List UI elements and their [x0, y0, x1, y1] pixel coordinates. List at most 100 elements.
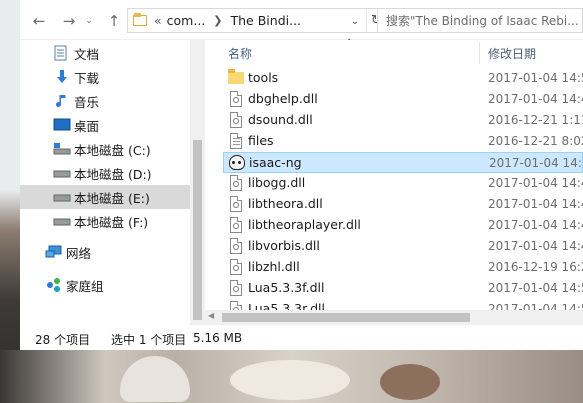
wallpaper-figure: [380, 364, 440, 400]
breadcrumb-overflow[interactable]: «: [154, 13, 162, 28]
file-modified-date: 2017-01-04 14:4: [488, 176, 583, 190]
drive-icon: [53, 191, 71, 207]
file-modified-date: 2016-12-21 8:02: [488, 134, 583, 148]
text-file-icon: [228, 133, 244, 149]
nav-item-drive-f[interactable]: 本地磁盘 (F:): [20, 209, 190, 233]
navigation-pane: 文档 下载 音乐 桌面 本地磁盘 (C:) 本地磁盘 (D:) 本地磁盘 (E:…: [20, 40, 205, 325]
nav-item-label: 网络: [66, 245, 92, 261]
folder-icon: [133, 13, 149, 27]
file-row[interactable]: dbghelp.dll 2017-01-04 14:4: [223, 89, 583, 110]
nav-item-label: 本地磁盘 (D:): [74, 166, 152, 182]
file-row[interactable]: libogg.dll 2017-01-04 14:4: [223, 173, 583, 194]
nav-item-drive-d[interactable]: 本地磁盘 (D:): [20, 161, 190, 185]
file-name: libvorbis.dll: [248, 238, 320, 253]
file-name: dbghelp.dll: [248, 91, 318, 106]
file-row[interactable]: files 2016-12-21 8:02: [223, 131, 583, 152]
nav-item-downloads[interactable]: 下载: [20, 65, 190, 89]
nav-item-label: 本地磁盘 (E:): [74, 190, 150, 206]
dll-file-icon: [228, 280, 244, 296]
wallpaper-figure: [230, 360, 350, 400]
up-button[interactable]: ↑: [103, 10, 125, 32]
file-list: 名称 修改日期 tools 2017-01-04 14:5 dbghelp.dll 2…: [205, 40, 583, 325]
dll-file-icon: [228, 196, 244, 212]
nav-item-label: 桌面: [74, 118, 100, 134]
dll-file-icon: [228, 175, 244, 191]
breadcrumb-segment[interactable]: The Bindi...: [231, 13, 302, 28]
file-name: tools: [248, 70, 279, 85]
file-modified-date: 2016-12-21 1:11: [488, 113, 583, 127]
file-name: libzhl.dll: [248, 259, 300, 274]
chevron-down-icon: ⌄: [85, 16, 93, 26]
navigation-scrollbar[interactable]: [190, 40, 205, 325]
file-modified-date: 2017-01-04 14:5: [489, 156, 583, 170]
scrollbar-thumb[interactable]: [222, 313, 470, 322]
dll-file-icon: [228, 112, 244, 128]
file-name: Lua5.3.3f.dll: [248, 280, 325, 295]
address-toolbar: ← → ⌄ ↑ « com... ❯ The Bindi... ⌄ ↻ 搜索"T…: [20, 0, 583, 40]
file-name: files: [248, 133, 274, 148]
file-row[interactable]: libtheora.dll 2017-01-04 14:4: [223, 194, 583, 215]
address-bar[interactable]: « com... ❯ The Bindi... ⌄ ↻: [127, 8, 385, 33]
address-dropdown-button[interactable]: ⌄: [348, 12, 362, 30]
nav-item-label: 音乐: [74, 94, 100, 110]
search-input[interactable]: 搜索"The Binding of Isaac Rebi...: [377, 8, 583, 33]
file-name: libogg.dll: [248, 175, 306, 190]
system-drive-icon: [53, 142, 71, 158]
back-button[interactable]: ←: [28, 10, 50, 32]
nav-item-label: 文档: [74, 46, 100, 62]
breadcrumb-segment[interactable]: com...: [167, 13, 206, 28]
wallpaper-figure: [120, 356, 190, 402]
file-modified-date: 2017-01-04 14:4: [488, 197, 583, 211]
file-row[interactable]: libvorbis.dll 2017-01-04 14:4: [223, 236, 583, 257]
file-explorer-window: ← → ⌄ ↑ « com... ❯ The Bindi... ⌄ ↻ 搜索"T…: [20, 0, 583, 350]
breadcrumb-separator-icon[interactable]: ❯: [213, 14, 222, 27]
item-count: 28 个项目: [35, 333, 91, 347]
file-name: isaac-ng: [249, 155, 302, 170]
file-name: dsound.dll: [248, 112, 313, 127]
scrollbar-thumb[interactable]: [193, 140, 202, 320]
file-modified-date: 2017-01-04 14:4: [488, 218, 583, 232]
arrow-left-icon: ←: [32, 12, 46, 30]
chevron-left-icon[interactable]: ◀: [208, 311, 214, 320]
file-row[interactable]: libtheoraplayer.dll 2017-01-04 14:4: [223, 215, 583, 236]
nav-item-label: 家庭组: [66, 278, 104, 294]
column-divider[interactable]: [479, 42, 480, 64]
dll-file-icon: [228, 217, 244, 233]
arrow-up-icon: ↑: [107, 12, 121, 30]
file-row[interactable]: tools 2017-01-04 14:5: [223, 68, 583, 89]
nav-item-music[interactable]: 音乐: [20, 89, 190, 113]
drive-icon: [53, 215, 71, 231]
nav-item-drive-e[interactable]: 本地磁盘 (E:): [20, 185, 190, 209]
documents-icon: [54, 45, 70, 61]
file-modified-date: 2017-01-04 14:5: [488, 281, 583, 295]
nav-item-drive-c[interactable]: 本地磁盘 (C:): [20, 137, 190, 161]
forward-button[interactable]: →: [58, 10, 80, 32]
file-row[interactable]: isaac-ng 2017-01-04 14:5: [223, 152, 583, 173]
nav-item-desktop[interactable]: 桌面: [20, 113, 190, 137]
nav-item-label: 本地磁盘 (F:): [74, 214, 149, 230]
horizontal-scrollbar[interactable]: ◀: [205, 310, 583, 325]
download-icon: [54, 69, 70, 85]
nav-item-label: 本地磁盘 (C:): [74, 142, 151, 158]
nav-item-homegroup[interactable]: 家庭组: [20, 273, 190, 297]
dll-file-icon: [228, 91, 244, 107]
recent-locations-button[interactable]: ⌄: [82, 10, 96, 32]
selection-count: 选中 1 个项目: [111, 333, 187, 347]
file-modified-date: 2016-12-19 16:2: [488, 260, 583, 274]
homegroup-icon: [45, 277, 61, 293]
arrow-right-icon: →: [62, 12, 76, 30]
selection-size: 5.16 MB: [193, 331, 243, 345]
nav-item-network[interactable]: 网络: [20, 240, 190, 264]
file-row[interactable]: dsound.dll 2016-12-21 1:11: [223, 110, 583, 131]
file-row[interactable]: libzhl.dll 2016-12-19 16:2: [223, 257, 583, 278]
file-name: libtheora.dll: [248, 196, 323, 211]
file-modified-date: 2017-01-04 14:4: [488, 239, 583, 253]
nav-item-documents[interactable]: 文档: [20, 41, 190, 65]
column-header-date[interactable]: 修改日期: [488, 40, 536, 66]
folder-icon: [228, 69, 244, 86]
column-header-name[interactable]: 名称: [228, 40, 252, 66]
status-bar: 28 个项目 选中 1 个项目 5.16 MB: [20, 325, 583, 350]
desktop-icon: [53, 117, 71, 133]
file-row[interactable]: Lua5.3.3f.dll 2017-01-04 14:5: [223, 278, 583, 299]
network-icon: [45, 244, 62, 260]
